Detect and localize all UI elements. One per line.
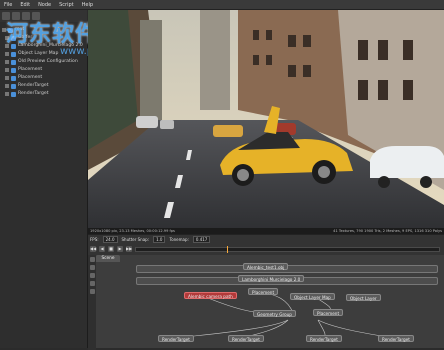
node-icon	[11, 75, 16, 81]
fast-forward-button[interactable]: ▶▶	[126, 246, 132, 252]
graph-node[interactable]: Placement	[313, 309, 344, 316]
expand-icon[interactable]	[5, 84, 9, 88]
tree-item[interactable]: Placement	[0, 66, 87, 74]
expand-icon[interactable]	[5, 76, 9, 80]
expand-icon[interactable]	[5, 52, 9, 56]
pan-tool-icon[interactable]	[89, 265, 95, 270]
properties-panel	[0, 240, 88, 348]
graph-node[interactable]: Placement	[248, 288, 279, 295]
tree-item-label: Old Preview Configuration	[18, 59, 78, 64]
node-icon	[11, 83, 16, 89]
fps-field[interactable]: 24.0	[102, 236, 118, 243]
tonemap-field[interactable]: 0.417	[192, 236, 211, 243]
menu-node[interactable]: Node	[34, 2, 55, 8]
tonemap-label: Tonemap:	[169, 237, 189, 242]
rewind-button[interactable]: ◀◀	[90, 246, 96, 252]
playhead[interactable]	[226, 245, 228, 253]
render-image	[88, 10, 444, 228]
zoom-tool-icon[interactable]	[89, 273, 95, 278]
expand-icon[interactable]	[5, 60, 9, 64]
delete-node-icon[interactable]	[89, 289, 95, 294]
tree-item[interactable]: RenderTarget	[0, 90, 87, 98]
graph-node[interactable]: RenderTarget	[306, 335, 342, 342]
graph-node[interactable]: RenderTarget	[228, 335, 264, 342]
graph-node[interactable]: Object Layer Map	[290, 293, 335, 300]
graph-node[interactable]: RenderTarget	[158, 335, 194, 342]
tree-item-label: Placement	[18, 75, 43, 80]
menu-edit[interactable]: Edit	[16, 2, 34, 8]
render-viewport[interactable]	[88, 10, 444, 228]
graph-node[interactable]: Alembic camera path	[184, 292, 237, 299]
select-tool-icon[interactable]	[89, 257, 95, 262]
play-button[interactable]: ▶	[117, 246, 123, 252]
graph-node[interactable]: Object Layer	[346, 294, 381, 301]
timeline-scrubber[interactable]	[135, 245, 440, 253]
tree-item[interactable]: RenderTarget	[0, 82, 87, 90]
node-icon	[11, 67, 16, 73]
tree-item-label: Object Layer Map	[18, 51, 59, 56]
node-icon	[11, 91, 16, 97]
node-editor-toolbar	[88, 255, 96, 350]
menu-script[interactable]: Script	[55, 2, 78, 8]
step-back-button[interactable]: ◀	[99, 246, 105, 252]
timeline-panel: FPS: 24.0 Shutter Snap: 1.0 Tonemap: 0.4…	[88, 234, 444, 255]
tree-item[interactable]: Placement	[0, 74, 87, 82]
graph-node[interactable]: Geometry Group	[253, 310, 296, 317]
graph-node[interactable]: Alembic_test1.obj	[243, 263, 289, 270]
menu-bar: File Edit Node Script Help	[0, 0, 444, 10]
menu-help[interactable]: Help	[78, 2, 97, 8]
tree-item[interactable]: Old Preview Configuration	[0, 58, 87, 66]
node-icon	[11, 59, 16, 65]
shutter-label: Shutter Snap:	[121, 237, 150, 242]
shutter-field[interactable]: 1.0	[153, 236, 166, 243]
add-node-icon[interactable]	[89, 281, 95, 286]
tab-scene[interactable]: Scene	[96, 255, 120, 262]
node-graph-editor[interactable]: Alembic_test1.obj Lamborghini Murcielago…	[88, 255, 444, 348]
fps-label: FPS:	[90, 237, 99, 242]
node-icon	[11, 51, 16, 57]
stop-button[interactable]: ■	[108, 246, 114, 252]
graph-node[interactable]: RenderTarget	[378, 335, 414, 342]
tree-item-label: Placement	[18, 67, 43, 72]
expand-icon[interactable]	[5, 68, 9, 72]
tree-item-label: RenderTarget	[18, 83, 49, 88]
tree-item-label: RenderTarget	[18, 91, 49, 96]
menu-file[interactable]: File	[0, 2, 16, 8]
graph-node[interactable]: Lamborghini Murcielago 2.0	[238, 275, 305, 282]
expand-icon[interactable]	[5, 92, 9, 96]
